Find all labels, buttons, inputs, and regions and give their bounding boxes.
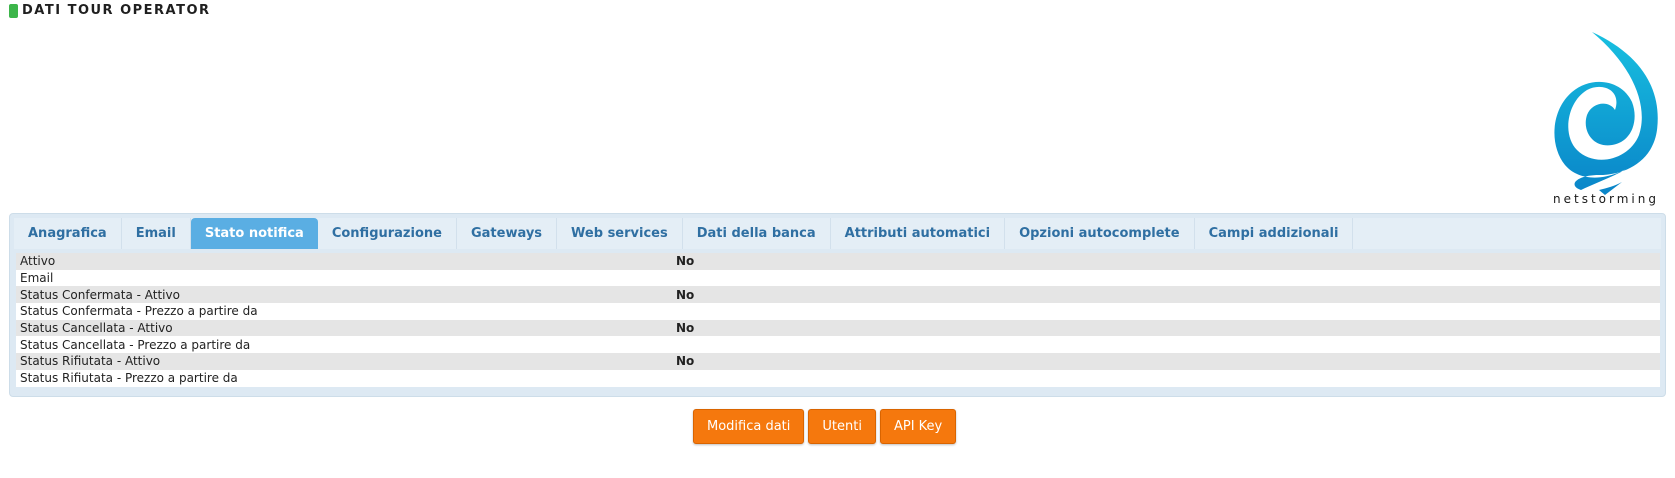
table-row: Email: [16, 270, 1660, 287]
row-label: Status Confermata - Prezzo a partire da: [20, 304, 258, 319]
row-label: Attivo: [20, 254, 56, 269]
table-row: Status Cancellata - Prezzo a partire da: [16, 336, 1660, 353]
table-row: Attivo No: [16, 253, 1660, 270]
table-row: Status Confermata - Prezzo a partire da: [16, 303, 1660, 320]
tab-bar: Anagrafica Email Stato notifica Configur…: [14, 218, 1661, 249]
row-label: Status Confermata - Attivo: [20, 287, 180, 302]
logo-text: netstorming: [1553, 192, 1659, 206]
page-title-text: DATI TOUR OPERATOR: [22, 3, 211, 18]
netstorming-logo-icon: [1554, 32, 1658, 195]
row-label: Status Rifiutata - Attivo: [20, 354, 161, 369]
action-buttons: Modifica dati Utenti API Key: [693, 409, 957, 444]
tab-anagrafica[interactable]: Anagrafica: [14, 218, 122, 249]
users-button[interactable]: Utenti: [808, 409, 876, 444]
notification-status-table: Attivo No Email Status Confermata - Atti…: [16, 253, 1660, 387]
tab-dati-della-banca[interactable]: Dati della banca: [683, 218, 831, 249]
row-value: No: [676, 254, 695, 269]
table-row: Status Cancellata - Attivo No: [16, 319, 1660, 337]
table-row: Status Confermata - Attivo No: [16, 286, 1660, 304]
row-label: Status Cancellata - Attivo: [20, 321, 173, 336]
tab-attributi-automatici[interactable]: Attributi automatici: [831, 218, 1006, 249]
api-key-button[interactable]: API Key: [879, 409, 957, 444]
title-marker-icon: [9, 3, 18, 18]
tab-gateways[interactable]: Gateways: [457, 218, 558, 249]
tab-configurazione[interactable]: Configurazione: [318, 218, 457, 249]
tab-campi-addizionali[interactable]: Campi addizionali: [1195, 218, 1354, 249]
row-label: Status Cancellata - Prezzo a partire da: [20, 337, 251, 352]
row-value: No: [676, 321, 695, 336]
table-row: Status Rifiutata - Prezzo a partire da: [16, 370, 1660, 387]
tab-opzioni-autocomplete[interactable]: Opzioni autocomplete: [1005, 218, 1195, 249]
row-label: Status Rifiutata - Prezzo a partire da: [20, 371, 238, 386]
edit-data-button[interactable]: Modifica dati: [693, 409, 805, 444]
table-row: Status Rifiutata - Attivo No: [16, 353, 1660, 370]
row-value: No: [676, 354, 695, 369]
tab-stato-notifica[interactable]: Stato notifica: [190, 218, 318, 249]
tab-web-services[interactable]: Web services: [557, 218, 683, 249]
page-title: DATI TOUR OPERATOR: [9, 3, 211, 18]
row-value: No: [676, 287, 695, 302]
tab-panel: Anagrafica Email Stato notifica Configur…: [9, 213, 1666, 397]
row-label: Email: [20, 271, 54, 286]
tab-email[interactable]: Email: [122, 218, 191, 249]
